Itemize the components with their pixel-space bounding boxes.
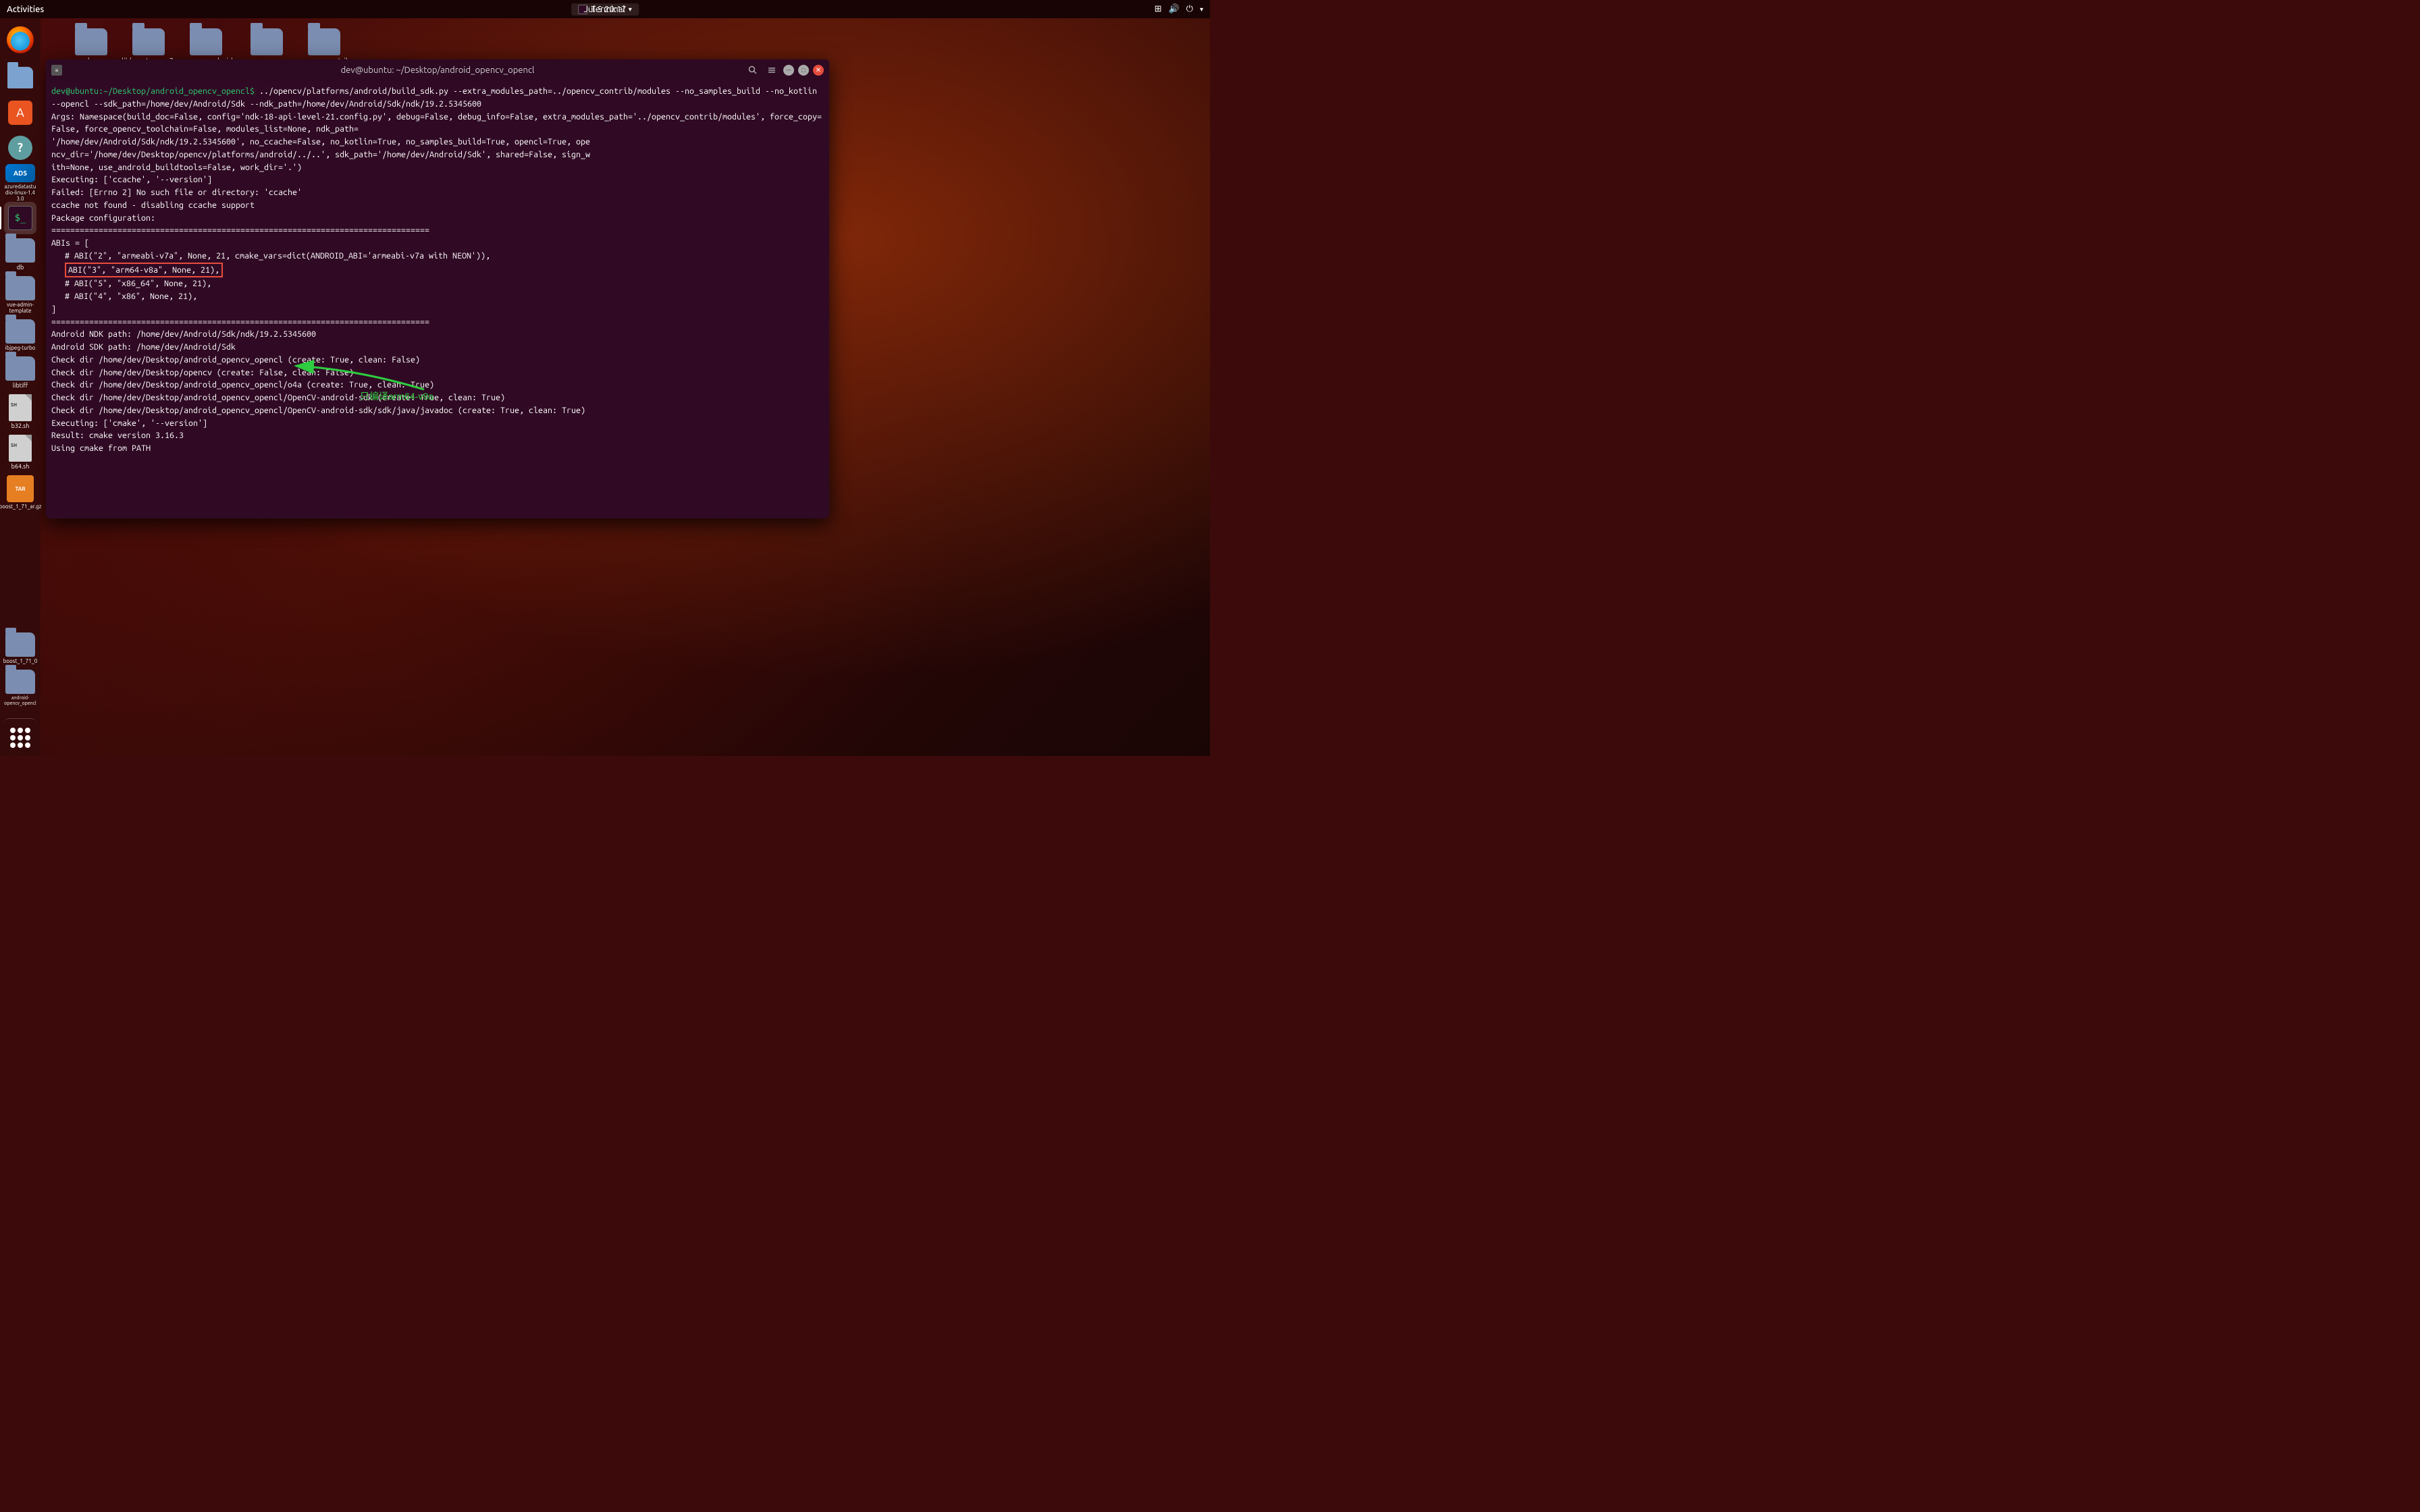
terminal-window-controls: ≡ xyxy=(51,65,62,76)
libtiff-label: libtiff xyxy=(13,382,28,389)
dev-folder-icon xyxy=(75,28,107,55)
azuredata-icon: ADS xyxy=(5,164,35,182)
topbar: Activities Terminal ▾ Jul 5 20:17 ⊞ 🔊 ⏻ … xyxy=(0,0,1210,18)
output-separator2: ========================================… xyxy=(51,316,824,329)
output-check-dir3: Check dir /home/dev/Desktop/android_open… xyxy=(51,379,824,392)
sidebar-item-ibjpeg[interactable]: ibjpeg-turbo xyxy=(4,318,36,352)
topbar-left: Activities xyxy=(7,5,44,14)
software-icon: A xyxy=(8,101,32,125)
output-abi-x86: # ABI("4", "x86", None, 21), xyxy=(51,290,824,303)
ibjpeg-icon xyxy=(5,319,35,344)
azuredata-label: azuredatastudio-linux-1.43.0 xyxy=(4,184,36,202)
datetime-display: Jul 5 20:17 xyxy=(583,5,626,14)
boost-label: boost_1_71_ar.gz xyxy=(0,504,42,510)
terminal-close-btn[interactable]: ✕ xyxy=(813,65,824,76)
libtiff-icon xyxy=(5,356,35,381)
terminal-command-line: dev@ubuntu:~/Desktop/android_opencv_open… xyxy=(51,85,824,111)
topbar-right: ⊞ 🔊 ⏻ ▾ xyxy=(1155,4,1203,14)
output-check-dir5: Check dir /home/dev/Desktop/android_open… xyxy=(51,404,824,417)
volume-icon: 🔊 xyxy=(1168,4,1179,14)
output-abi-arm64: ABI("3", "arm64-v8a", None, 21), xyxy=(51,263,824,278)
output-args: Args: Namespace(build_doc=False, config=… xyxy=(51,111,824,174)
files-icon xyxy=(7,67,33,88)
boost0-icon xyxy=(5,632,35,657)
activities-label[interactable]: Activities xyxy=(7,5,44,14)
terminal-prompt: dev@ubuntu:~/Desktop/android_opencv_open… xyxy=(51,86,255,96)
sidebar-item-vue-admin[interactable]: vue-admin-template xyxy=(4,275,36,315)
sidebar-item-android-opencv[interactable]: android-opencv_opencl xyxy=(4,668,36,707)
firefox-icon xyxy=(7,26,34,53)
sidebar-item-software[interactable]: A xyxy=(4,97,36,129)
show-apps-icon xyxy=(10,728,30,748)
datetime-text: Jul 5 20:17 xyxy=(583,5,626,14)
android-opencv-label: android-opencv_opencl xyxy=(4,695,36,706)
output-abis-end: ] xyxy=(51,303,824,316)
sidebar-item-b64sh[interactable]: SH b64.sh xyxy=(4,433,36,471)
sidebar-item-firefox[interactable] xyxy=(4,24,36,56)
abi-highlighted-box: ABI("3", "arm64-v8a", None, 21), xyxy=(65,263,223,278)
sidebar-item-b32sh[interactable]: SH b32.sh xyxy=(4,393,36,431)
terminal-maximize-btn[interactable]: □ xyxy=(798,65,809,76)
vue-admin-label: vue-admin-template xyxy=(4,302,36,314)
settings-dropdown[interactable]: ▾ xyxy=(1200,5,1203,14)
sidebar-item-boost0[interactable]: boost_1_71_0 xyxy=(4,631,36,666)
sidebar-item-boost[interactable]: TAR boost_1_71_ar.gz xyxy=(4,474,36,511)
sidebar: A ? ADS azuredatastudio-linux-1.43.0 $_ … xyxy=(0,18,41,756)
output-cmake-version: Result: cmake version 3.16.3 xyxy=(51,429,824,442)
output-cmake-path: Using cmake from PATH xyxy=(51,442,824,455)
sidebar-item-terminal[interactable]: $_ xyxy=(4,202,36,234)
output-executing-ccache: Executing: ['ccache', '--version'] xyxy=(51,173,824,186)
terminal-icon: $_ xyxy=(8,206,32,230)
terminal-dropdown-arrow: ▾ xyxy=(629,5,632,14)
network-icon: ⊞ xyxy=(1155,4,1162,14)
opencv-folder-icon xyxy=(251,28,283,55)
terminal-title: dev@ubuntu: ~/Desktop/android_opencv_ope… xyxy=(341,65,535,75)
libboost-folder-icon xyxy=(132,28,165,55)
sidebar-item-show-apps[interactable] xyxy=(4,718,36,751)
terminal-menu-btn[interactable] xyxy=(764,64,779,76)
sidebar-item-db[interactable]: db xyxy=(4,237,36,272)
output-ccache-not-found: ccache not found - disabling ccache supp… xyxy=(51,199,824,212)
terminal-window: ≡ dev@ubuntu: ~/Desktop/android_opencv_o… xyxy=(46,59,829,518)
output-abi-armeabi: # ABI("2", "armeabi-v7a", None, 21, cmak… xyxy=(51,250,824,263)
ibjpeg-label: ibjpeg-turbo xyxy=(5,345,36,351)
output-separator1: ========================================… xyxy=(51,224,824,237)
help-icon: ? xyxy=(8,136,32,160)
output-check-dir1: Check dir /home/dev/Desktop/android_open… xyxy=(51,354,824,367)
terminal-titlebar: ≡ dev@ubuntu: ~/Desktop/android_opencv_o… xyxy=(46,59,829,81)
output-sdk-path: Android SDK path: /home/dev/Android/Sdk xyxy=(51,341,824,354)
output-package-config: Package configuration: xyxy=(51,212,824,225)
vue-admin-icon xyxy=(5,276,35,300)
boost-icon: TAR xyxy=(7,475,34,502)
boost0-label: boost_1_71_0 xyxy=(3,658,38,664)
output-ndk-path: Android NDK path: /home/dev/Android/Sdk/… xyxy=(51,328,824,341)
terminal-search-btn[interactable] xyxy=(745,64,760,76)
power-icon: ⏻ xyxy=(1186,4,1193,14)
sidebar-item-libtiff[interactable]: libtiff xyxy=(4,355,36,390)
terminal-menu-icon[interactable]: ≡ xyxy=(51,65,62,76)
output-check-dir4: Check dir /home/dev/Desktop/android_open… xyxy=(51,392,824,404)
output-failed-ccache: Failed: [Errno 2] No such file or direct… xyxy=(51,186,824,199)
b32sh-label: b32.sh xyxy=(11,423,30,429)
b64sh-label: b64.sh xyxy=(11,463,30,470)
output-abi-x86-64: # ABI("5", "x86_64", None, 21), xyxy=(51,277,824,290)
sidebar-item-help[interactable]: ? xyxy=(4,132,36,164)
output-check-dir2: Check dir /home/dev/Desktop/opencv (crea… xyxy=(51,367,824,379)
b32sh-icon: SH xyxy=(9,394,32,421)
output-executing-cmake: Executing: ['cmake', '--version'] xyxy=(51,417,824,430)
db-icon xyxy=(5,238,35,263)
terminal-content[interactable]: dev@ubuntu:~/Desktop/android_opencv_open… xyxy=(46,81,829,518)
sidebar-item-azuredata[interactable]: ADS azuredatastudio-linux-1.43.0 xyxy=(4,167,36,199)
opencv-android-folder-icon xyxy=(190,28,222,55)
b64sh-icon: SH xyxy=(9,435,32,462)
db-label: db xyxy=(17,264,24,271)
opencv-contrib-folder-icon xyxy=(308,28,340,55)
sidebar-item-files[interactable] xyxy=(4,61,36,94)
terminal-minimize-btn[interactable]: ─ xyxy=(783,65,794,76)
android-opencv-icon xyxy=(5,670,35,694)
output-abis-start: ABIs = [ xyxy=(51,237,824,250)
terminal-window-buttons: ─ □ ✕ xyxy=(745,64,824,76)
